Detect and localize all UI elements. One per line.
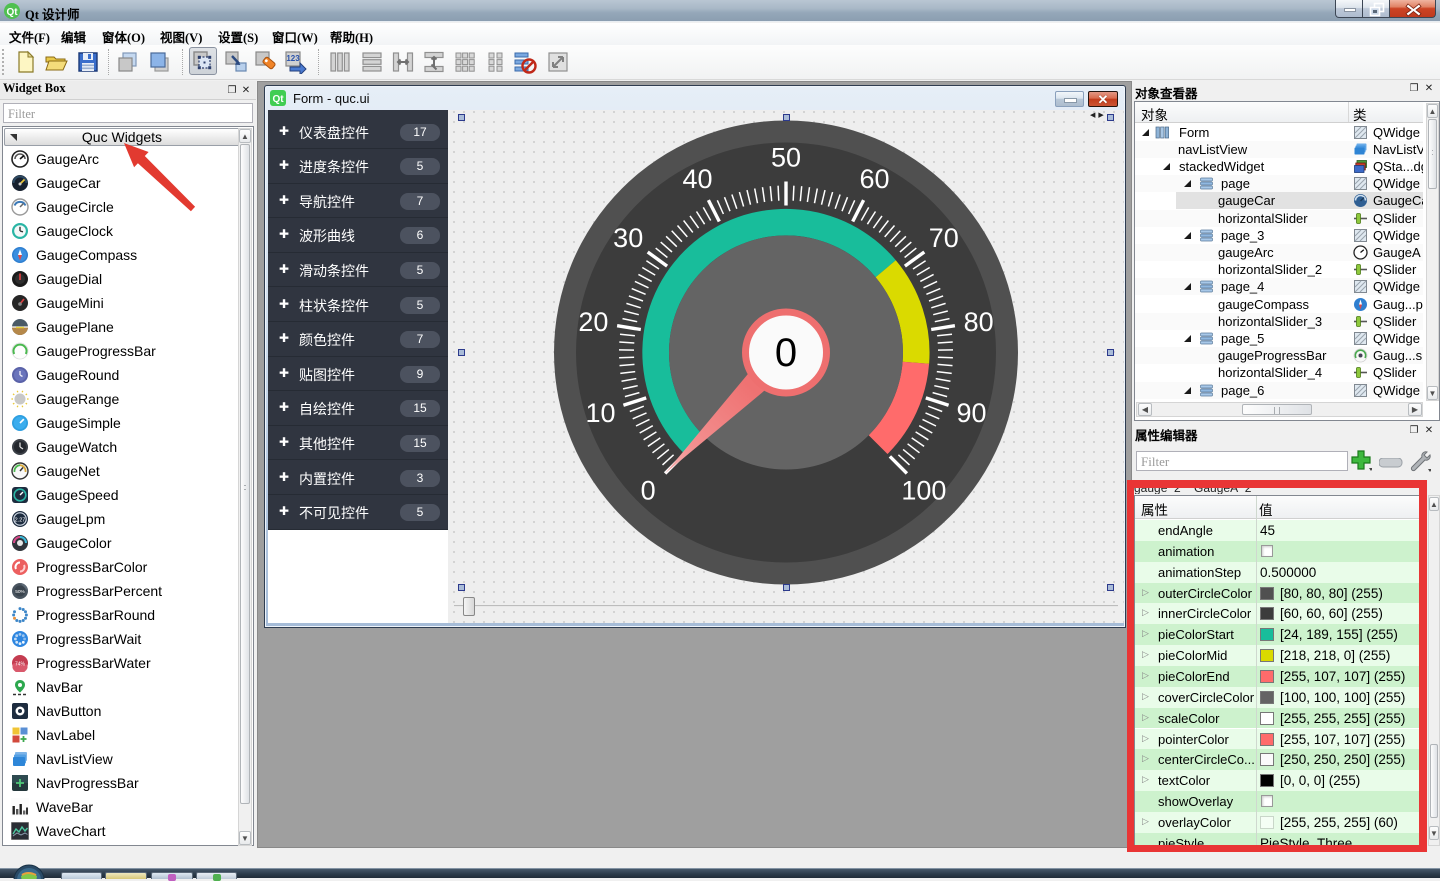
svg-text:123: 123 (286, 54, 300, 63)
svg-text:50%: 50% (15, 589, 25, 595)
svg-text:Qt: Qt (272, 94, 284, 105)
svg-text:74%: 74% (15, 661, 26, 667)
svg-text:2.27: 2.27 (15, 518, 26, 524)
svg-text:Qt: Qt (6, 7, 18, 18)
